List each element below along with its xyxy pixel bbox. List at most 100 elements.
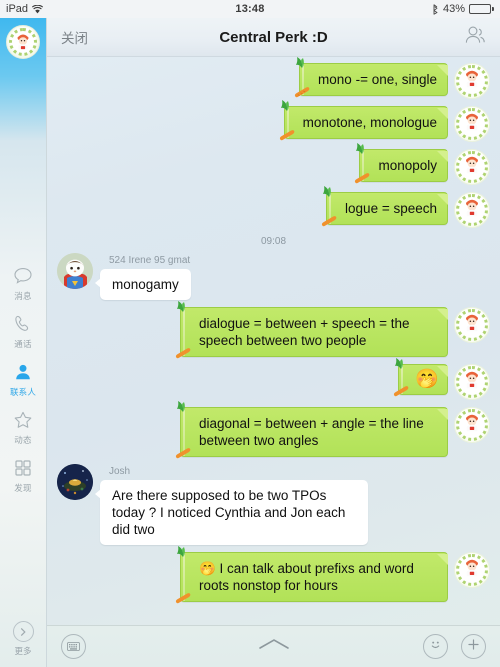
chat-navbar: 关闭 Central Perk :D [47,18,500,57]
leaf-icon [174,545,194,567]
sender-avatar[interactable] [454,106,490,142]
night-scene-avatar-icon [57,464,93,500]
message-bubble-outgoing[interactable]: monotone, monologue [279,100,448,141]
message-column: 🤭 [394,358,448,397]
message-column: monotone, monologue [279,100,448,141]
message-column: Josh Are there supposed to be two TPOs t… [95,464,368,545]
chat-panel: 关闭 Central Perk :D mono -= one, single m… [47,18,500,667]
message-bubble-outgoing-emoji[interactable]: 🤭 [394,358,448,397]
emoji-button[interactable] [423,634,448,659]
sender-avatar[interactable] [454,407,490,443]
sidebar-item-label: 联系人 [9,387,37,397]
sender-avatar[interactable] [454,552,490,588]
message-row: logue = speech [57,186,490,228]
avatar-face-icon [463,196,481,221]
message-bubble-incoming[interactable]: Are there supposed to be two TPOs today … [95,480,368,545]
carrot-icon [353,170,372,185]
status-bar-right: 43% [432,3,494,15]
message-row: Josh Are there supposed to be two TPOs t… [57,464,490,545]
carrot-icon [174,590,193,605]
carrot-icon [320,213,339,228]
chevron-right-circle-icon [12,621,34,642]
message-column: logue = speech [321,186,448,227]
sidebar-item-label: 通话 [14,339,32,349]
message-text: logue = speech [345,201,437,216]
bubble-notch-icon [437,307,448,320]
sender-avatar[interactable] [454,192,490,228]
leaf-icon [174,400,194,422]
people-icon[interactable] [462,24,486,51]
message-column: dialogue = between + speech = the speech… [175,301,448,359]
message-text: monopoly [378,158,437,173]
sender-avatar[interactable] [57,464,93,500]
message-text: monotone, monologue [302,115,437,130]
sidebar-item-label: 发现 [14,483,32,493]
message-text: Are there supposed to be two TPOs today … [112,488,346,537]
collapse-keyboard-button[interactable] [254,636,294,657]
bubble-notch-icon [437,106,448,119]
message-bubble-outgoing[interactable]: dialogue = between + speech = the speech… [175,301,448,359]
message-row: 524 Irene 95 gmat monogamy [57,253,490,300]
sidebar-item-moments[interactable]: 动态 [0,403,46,451]
toolbar-right [423,634,486,659]
message-bubble-incoming[interactable]: monogamy [95,269,191,300]
carrot-icon [278,127,297,142]
carrot-icon [293,84,312,99]
plus-icon [467,638,480,656]
chat-bubble-icon [12,265,34,287]
keyboard-button[interactable] [61,634,86,659]
message-sender-name: 524 Irene 95 gmat [109,255,191,266]
avatar-face-icon [463,110,481,135]
sidebar-item-messages[interactable]: 消息 [0,259,46,307]
chat-toolbar [47,625,500,667]
sidebar-more-button[interactable]: 更多 [0,621,46,657]
avatar-face-icon [463,67,481,92]
sidebar-nav: 消息 通话 联系人 动态 发现 [0,259,46,499]
bubble-notch-icon [437,552,448,565]
message-bubble-outgoing[interactable]: mono -= one, single [294,57,448,98]
leaf-icon [174,300,194,322]
bubble-notch-icon [437,364,448,377]
smiley-icon [428,637,443,657]
message-column: mono -= one, single [294,57,448,98]
message-column: 🤭 I can talk about prefixs and word root… [175,546,448,604]
message-row: 🤭 I can talk about prefixs and word root… [57,546,490,604]
message-list[interactable]: mono -= one, single monotone, monologue … [47,57,500,625]
bubble-notch-icon [437,149,448,162]
sidebar-item-contacts[interactable]: 联系人 [0,355,46,403]
avatar-face-icon [463,556,481,581]
message-bubble-outgoing[interactable]: logue = speech [321,186,448,227]
message-bubble-outgoing[interactable]: monopoly [355,143,448,184]
avatar-face-icon [463,411,481,436]
message-column: monopoly [355,143,448,184]
sender-avatar[interactable] [454,149,490,185]
message-row: 🤭 [57,358,490,400]
carrot-icon [392,383,411,398]
status-bar-time: 13:48 [235,3,265,15]
status-bar: iPad 13:48 43% [0,0,500,18]
sender-avatar[interactable] [454,364,490,400]
avatar-face-icon [463,311,481,336]
sidebar-item-discover[interactable]: 发现 [0,451,46,499]
sender-avatar[interactable] [57,253,93,289]
message-bubble-outgoing[interactable]: 🤭 I can talk about prefixs and word root… [175,546,448,604]
message-text: 🤭 I can talk about prefixs and word root… [199,561,414,593]
sidebar-user-avatar[interactable] [6,25,40,59]
grid-icon [12,457,34,479]
avatar-face-icon [463,368,481,393]
battery-percent-label: 43% [442,3,465,15]
sidebar-item-calls[interactable]: 通话 [0,307,46,355]
bubble-notch-icon [437,407,448,420]
sidebar-item-label: 动态 [14,435,32,445]
left-sidebar: 消息 通话 联系人 动态 发现 更多 [0,18,47,667]
main-body: 消息 通话 联系人 动态 发现 更多 关闭 Central Perk:D mo… [0,18,500,667]
sender-avatar[interactable] [454,307,490,343]
bluetooth-icon [432,3,439,15]
message-bubble-outgoing[interactable]: diagonal = between + angle = the line be… [175,401,448,459]
message-row: dialogue = between + speech = the speech… [57,301,490,359]
sidebar-item-label: 消息 [14,291,32,301]
close-button[interactable]: 关闭 [61,27,88,47]
chat-title: Central Perk :D [219,28,328,46]
add-attachment-button[interactable] [461,634,486,659]
sender-avatar[interactable] [454,63,490,99]
